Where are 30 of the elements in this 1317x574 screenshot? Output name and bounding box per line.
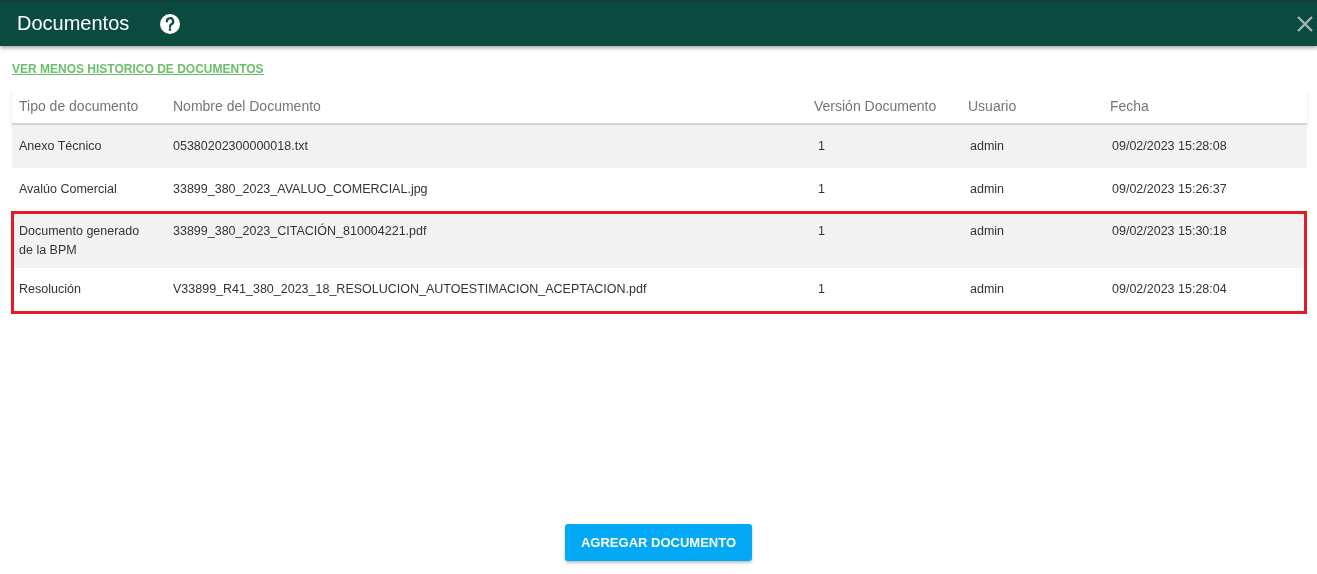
table-cell-text: 05380202300000018.txt bbox=[173, 138, 309, 155]
help-icon[interactable] bbox=[159, 12, 182, 35]
table-cell-text: admin bbox=[969, 181, 1006, 198]
table-cell-text: 09/02/2023 15:26:37 bbox=[1111, 181, 1228, 198]
table-cell-text: admin bbox=[969, 138, 1006, 155]
column-header: Tipo de documento bbox=[19, 98, 140, 114]
table-cell-text: 09/02/2023 15:28:08 bbox=[1111, 138, 1228, 155]
add-document-button[interactable]: AGREGAR DOCUMENTO bbox=[564, 524, 752, 561]
table-cell-text: Documento generado de la BPM bbox=[19, 223, 141, 259]
table-cell-text: Avalúo Comercial bbox=[19, 181, 118, 198]
table-cell-text: 09/02/2023 15:28:04 bbox=[1111, 281, 1228, 298]
table-cell-text: 1 bbox=[817, 223, 826, 240]
table-cell-text: 09/02/2023 15:30:18 bbox=[1111, 223, 1228, 240]
table-cell-text: 33899_380_2023_AVALUO_COMERCIAL.jpg bbox=[173, 181, 429, 198]
table-cell-text: admin bbox=[969, 223, 1006, 240]
column-header: Usuario bbox=[968, 98, 1018, 114]
table-cell-text: 1 bbox=[817, 138, 826, 155]
column-header: Fecha bbox=[1110, 98, 1150, 114]
close-icon[interactable] bbox=[1296, 14, 1314, 33]
table-cell-text: V33899_R41_380_2023_18_RESOLUCION_AUTOESTIMACION_ACEPTACION.pdf bbox=[173, 281, 648, 298]
table-cell-text: 1 bbox=[817, 181, 826, 198]
table-cell-text: admin bbox=[969, 281, 1006, 298]
column-header: Versión Documento bbox=[814, 98, 938, 114]
column-header: Nombre del Documento bbox=[173, 98, 322, 114]
history-link[interactable]: VER MENOS HISTORICO DE DOCUMENTOS bbox=[12, 62, 264, 76]
window-title: Documentos bbox=[17, 12, 130, 35]
table-cell-text: 1 bbox=[817, 281, 826, 298]
table-cell-text: 33899_380_2023_CITACIÓN_810004221.pdf bbox=[173, 222, 428, 240]
table-cell-text: Resolución bbox=[19, 281, 82, 298]
table-cell-text: Anexo Técnico bbox=[19, 138, 103, 155]
